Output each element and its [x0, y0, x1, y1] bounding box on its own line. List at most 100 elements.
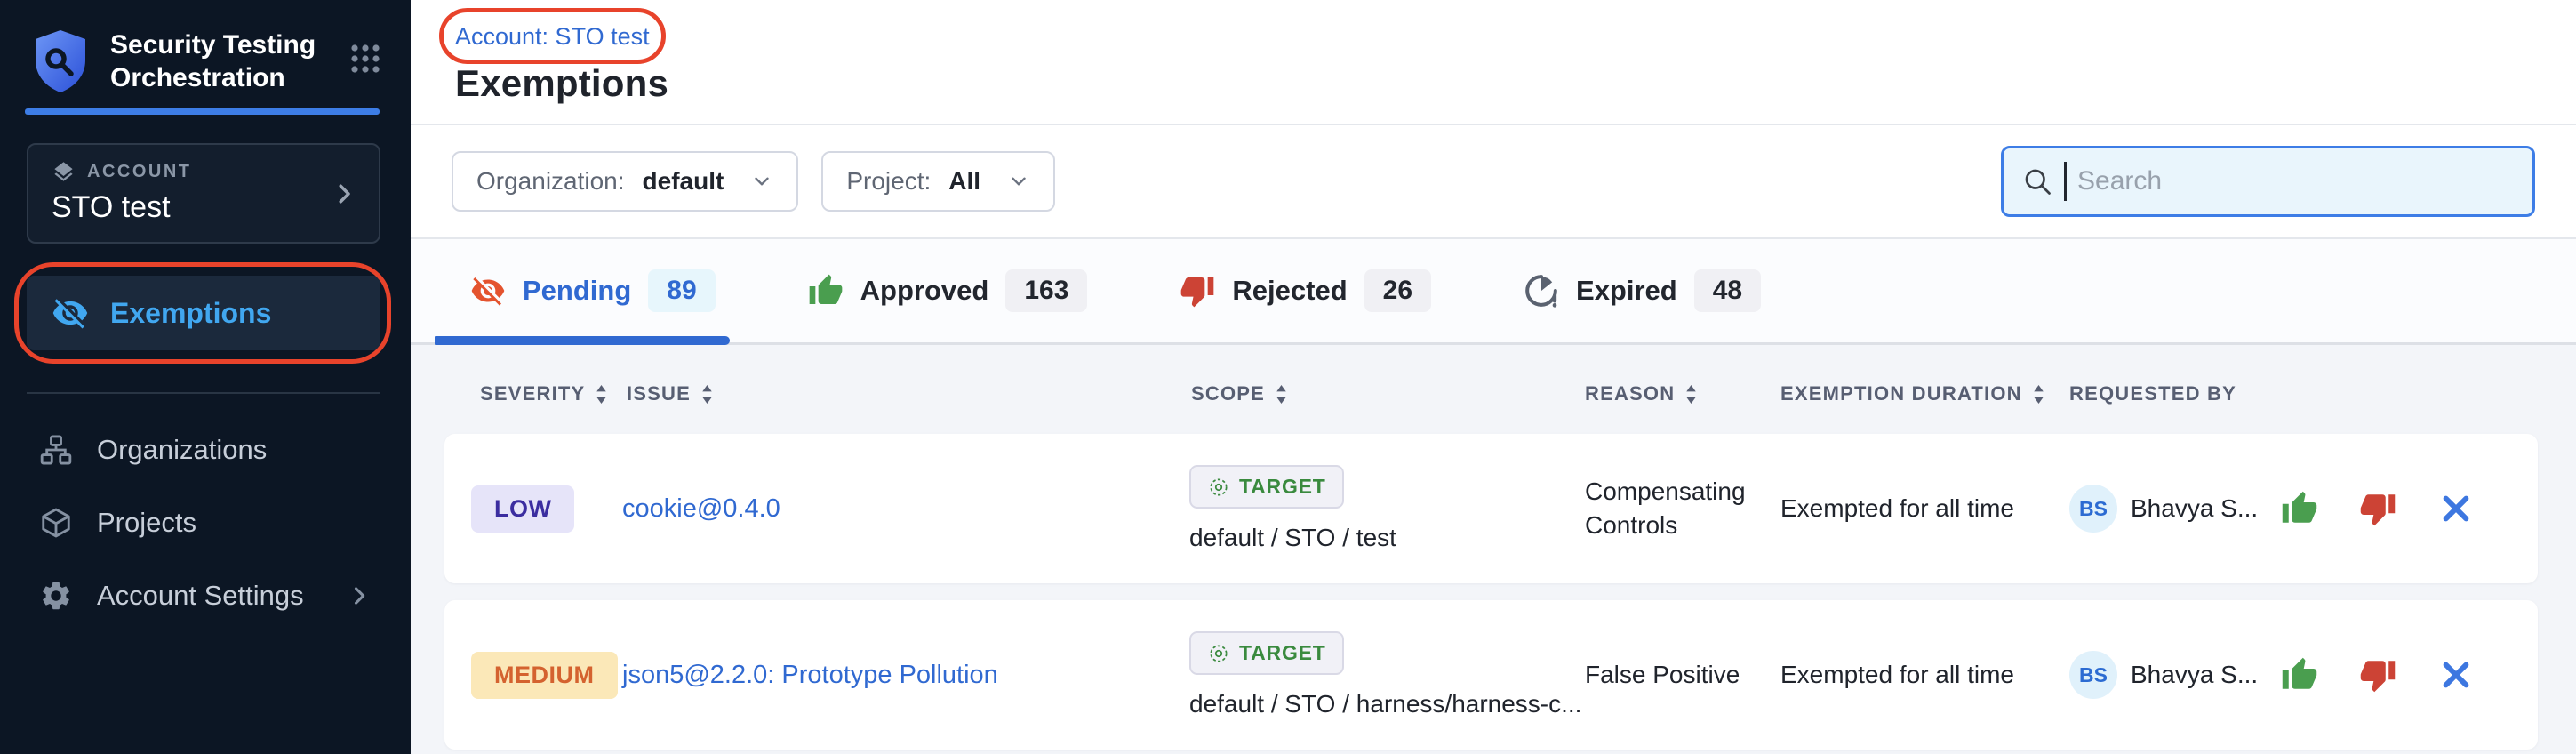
org-chart-icon: [39, 433, 73, 467]
sort-icon: [1276, 385, 1287, 404]
sidebar-item-label: Projects: [97, 507, 196, 539]
project-dropdown[interactable]: Project: All: [821, 151, 1055, 212]
sidebar-item-organizations[interactable]: Organizations: [27, 413, 380, 486]
thumbs-up-icon: [808, 273, 844, 309]
scope-cell: TARGET default / STO / harness/harness-c…: [1189, 631, 1573, 718]
table-header-row: SEVERITY ISSUE SCOPE REASON EXEMPTION DU…: [444, 345, 2538, 434]
text-cursor: [2064, 162, 2067, 201]
sidebar-item-label: Account Settings: [97, 580, 304, 612]
sort-icon: [701, 385, 713, 404]
chevron-down-icon: [1007, 170, 1030, 193]
target-chip: TARGET: [1189, 631, 1344, 675]
severity-cell: MEDIUM: [471, 652, 622, 699]
sidebar-item-projects[interactable]: Projects: [27, 486, 380, 559]
app-logo-row: Security Testing Orchestration: [0, 0, 411, 94]
sidebar-item-account-settings[interactable]: Account Settings: [27, 559, 380, 632]
close-x-icon: [2437, 656, 2475, 694]
cancel-button[interactable]: [2437, 656, 2475, 694]
page-title: Exemptions: [455, 62, 2576, 105]
tab-approved[interactable]: Approved 163: [808, 239, 1088, 342]
sidebar-item-label: Exemptions: [110, 297, 271, 330]
reject-button[interactable]: [2359, 490, 2396, 527]
approve-button[interactable]: [2281, 490, 2318, 527]
search-input[interactable]: [2077, 166, 2515, 197]
thumbs-up-icon: [2281, 656, 2318, 694]
filter-bar: Organization: default Project: All: [411, 125, 2576, 239]
sidebar-divider: [27, 392, 380, 394]
logo-underline: [25, 108, 380, 115]
sidebar: Security Testing Orchestration ACCOUNT S…: [0, 0, 411, 754]
target-icon: [1207, 642, 1230, 665]
eye-off-icon: [470, 273, 506, 309]
organization-dropdown[interactable]: Organization: default: [452, 151, 798, 212]
eye-off-icon: [52, 294, 89, 332]
tab-count-badge: 163: [1005, 269, 1087, 312]
issue-link[interactable]: json5@2.2.0: Prototype Pollution: [622, 661, 998, 689]
app-window: Security Testing Orchestration ACCOUNT S…: [0, 0, 2576, 754]
app-title: Security Testing Orchestration: [110, 28, 316, 94]
exemptions-table: SEVERITY ISSUE SCOPE REASON EXEMPTION DU…: [411, 345, 2576, 754]
requested-by-cell: BS Bhavya S...: [2058, 651, 2269, 699]
search-box: [2001, 146, 2535, 217]
project-dropdown-label: Project:: [846, 167, 931, 196]
target-icon: [1207, 476, 1230, 499]
column-header-exemption-duration[interactable]: EXEMPTION DURATION: [1769, 382, 2058, 405]
close-x-icon: [2437, 490, 2475, 527]
tab-expired[interactable]: Expired 48: [1524, 239, 1761, 342]
thumbs-down-icon: [2359, 490, 2396, 527]
cube-icon: [39, 506, 73, 540]
scope-path: default / STO / harness/harness-c...: [1189, 690, 1581, 718]
duration-cell: Exempted for all time: [1769, 661, 2058, 689]
table-row[interactable]: LOW cookie@0.4.0 TARGET default / STO / …: [444, 434, 2538, 583]
page-header: Account: STO test Exemptions: [411, 0, 2576, 125]
organization-dropdown-label: Organization:: [476, 167, 625, 196]
account-label: ACCOUNT: [87, 162, 192, 182]
tab-label: Pending: [523, 275, 631, 307]
thumbs-down-icon: [1180, 273, 1215, 309]
project-dropdown-value: All: [948, 167, 980, 196]
account-scope-selector[interactable]: ACCOUNT STO test: [27, 143, 380, 244]
sidebar-item-exemptions[interactable]: Exemptions: [27, 276, 380, 350]
avatar: BS: [2069, 651, 2117, 699]
column-header-severity[interactable]: SEVERITY: [471, 382, 622, 405]
chevron-down-icon: [750, 170, 773, 193]
shield-search-icon: [32, 29, 89, 93]
layers-icon: [52, 160, 76, 184]
scope-cell: TARGET default / STO / test: [1189, 465, 1573, 552]
severity-badge: LOW: [471, 485, 574, 533]
reason-cell: Compensating Controls: [1573, 475, 1769, 542]
chevron-right-icon: [347, 583, 372, 608]
table-row[interactable]: MEDIUM json5@2.2.0: Prototype Pollution …: [444, 600, 2538, 750]
chevron-right-icon: [331, 180, 357, 207]
column-header-scope[interactable]: SCOPE: [1189, 382, 1573, 405]
tab-count-badge: 26: [1364, 269, 1431, 312]
column-header-reason[interactable]: REASON: [1573, 382, 1769, 405]
tab-rejected[interactable]: Rejected 26: [1180, 239, 1431, 342]
reject-button[interactable]: [2359, 656, 2396, 694]
tab-label: Rejected: [1232, 275, 1347, 307]
row-actions: [2269, 656, 2538, 694]
app-grid-icon[interactable]: [350, 44, 380, 74]
gear-icon: [39, 579, 73, 613]
requester-name: Bhavya S...: [2131, 494, 2258, 523]
tabs-bar: Pending 89 Approved 163 Rejected 26: [411, 239, 2576, 345]
approve-button[interactable]: [2281, 656, 2318, 694]
tab-count-badge: 48: [1694, 269, 1761, 312]
cancel-button[interactable]: [2437, 490, 2475, 527]
sidebar-nav: Organizations Projects Account Settings: [27, 413, 380, 632]
account-name: STO test: [52, 190, 356, 225]
duration-cell: Exempted for all time: [1769, 494, 2058, 523]
sort-icon: [2033, 385, 2044, 404]
expired-timer-icon: [1524, 273, 1559, 309]
severity-cell: LOW: [471, 485, 622, 533]
thumbs-up-icon: [2281, 490, 2318, 527]
thumbs-down-icon: [2359, 656, 2396, 694]
issue-link[interactable]: cookie@0.4.0: [622, 494, 780, 523]
tab-label: Expired: [1576, 275, 1677, 307]
tab-pending[interactable]: Pending 89: [470, 239, 716, 342]
column-header-issue[interactable]: ISSUE: [622, 382, 1189, 405]
sidebar-item-label: Organizations: [97, 434, 267, 466]
target-chip: TARGET: [1189, 465, 1344, 509]
scope-path: default / STO / test: [1189, 524, 1396, 552]
breadcrumb-account-link[interactable]: Account: STO test: [455, 23, 650, 50]
